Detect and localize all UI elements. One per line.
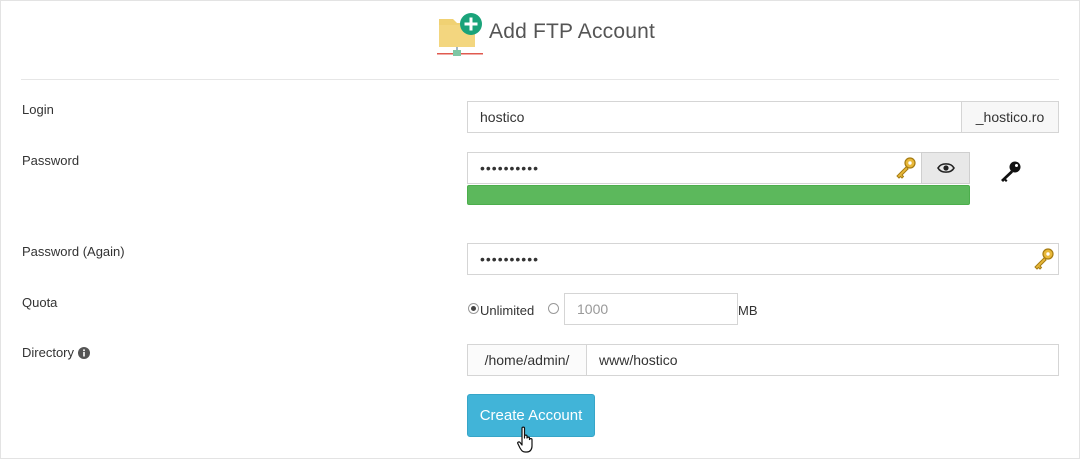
directory-prefix: /home/admin/	[467, 344, 587, 376]
directory-label: Directory	[22, 345, 75, 360]
quota-label: Quota	[22, 295, 58, 310]
quota-unit: MB	[738, 303, 758, 318]
folder-add-icon	[437, 13, 483, 56]
show-password-button[interactable]	[921, 152, 970, 184]
password-again-label: Password (Again)	[22, 244, 125, 259]
key-icon[interactable]	[1032, 247, 1056, 271]
eye-icon	[936, 163, 955, 173]
quota-unlimited-label: Unlimited	[480, 303, 535, 318]
key-icon[interactable]	[894, 156, 918, 180]
quota-unlimited-radio[interactable]	[468, 303, 479, 314]
info-icon[interactable]	[78, 347, 91, 359]
login-input[interactable]: hostico	[467, 101, 962, 133]
password-input[interactable]: ••••••••••	[467, 152, 922, 184]
page-header: Add FTP Account	[1, 1, 1079, 79]
ftp-panel: Add FTP Account Login hostico _hostico.r…	[0, 0, 1080, 459]
quota-limited-radio[interactable]	[548, 303, 559, 314]
quota-limit-input[interactable]: 1000	[564, 293, 738, 325]
password-strength-bar	[467, 185, 970, 205]
generate-password-key-icon[interactable]	[999, 160, 1023, 182]
header-divider	[21, 79, 1059, 80]
directory-input[interactable]: www/hostico	[586, 344, 1059, 376]
hand-cursor-icon	[517, 426, 533, 453]
directory-label-wrap: Directory	[22, 345, 91, 360]
login-suffix: _hostico.ro	[961, 101, 1059, 133]
page-title: Add FTP Account	[489, 20, 656, 43]
password-again-input[interactable]: ••••••••••	[467, 243, 1059, 275]
login-label: Login	[22, 102, 54, 117]
password-label: Password	[22, 153, 80, 168]
